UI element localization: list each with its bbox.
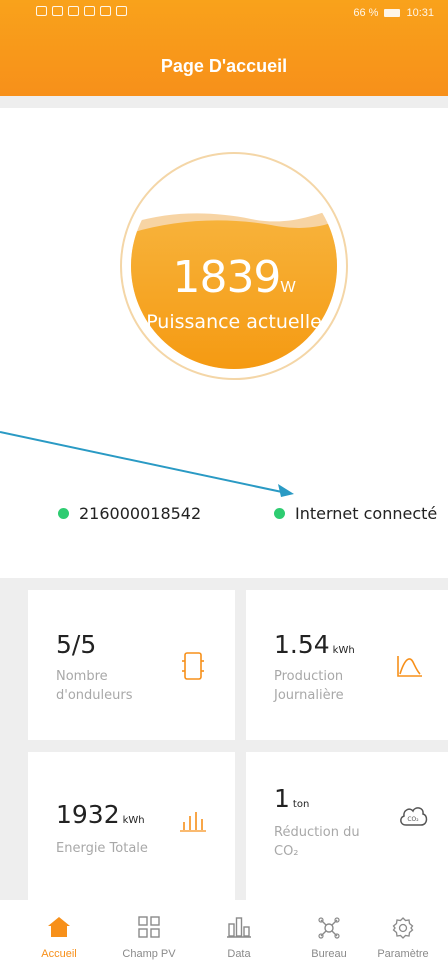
nav-champ-pv[interactable]: Champ PV [104, 900, 194, 971]
status-bar: 66 % 10:31 [0, 0, 448, 30]
online-dot [58, 508, 69, 519]
connection-status: Internet connecté [274, 504, 437, 523]
tile-value: 1.54 kWh [274, 630, 355, 659]
tile-value: 1 ton [274, 784, 310, 813]
power-value: 1839 [172, 252, 281, 303]
svg-text:CO₂: CO₂ [407, 816, 419, 823]
signal-icon [52, 6, 63, 16]
hd-icon [36, 6, 47, 16]
tile-label: Production Journalière [274, 669, 344, 703]
inverter-icon [182, 652, 204, 680]
data-icon [227, 917, 251, 938]
tile-total-energy[interactable]: 1932 kWh Energie Totale [28, 752, 235, 902]
production-curve-icon [397, 656, 422, 677]
notification-icon [116, 6, 127, 16]
power-gauge[interactable]: 1839W Puissance actuelle [120, 152, 348, 380]
nav-data[interactable]: Data [194, 900, 284, 971]
serial-status: 216000018542 [58, 504, 201, 523]
connection-label: Internet connecté [295, 504, 438, 523]
online-dot [274, 508, 285, 519]
tile-label: Réduction du CO₂ [274, 825, 360, 859]
power-overview-card: 1839W Puissance actuelle 216000018542 In… [0, 108, 448, 578]
nav-parametre[interactable]: Paramètre [358, 900, 448, 971]
battery-icon [384, 9, 401, 17]
bureau-icon [318, 917, 340, 939]
notification-icon [84, 6, 95, 16]
serial-number: 216000018542 [79, 504, 202, 523]
notification-icon [100, 6, 111, 16]
battery-percent: 66 % [353, 7, 379, 19]
grid-icon [138, 916, 160, 938]
tile-value: 5/5 [56, 630, 97, 659]
power-readout: 1839W [122, 252, 346, 303]
wifi-icon [68, 6, 79, 16]
tile-daily-production[interactable]: 1.54 kWh Production Journalière [246, 590, 448, 740]
tile-inverters[interactable]: 5/5 Nombre d'onduleurs [28, 590, 235, 740]
tile-value: 1932 kWh [56, 800, 145, 829]
nav-label: Paramètre [377, 948, 429, 960]
bottom-nav: Accueil Champ PV Data Bureau Paramètre [0, 900, 448, 971]
power-label: Puissance actuelle [146, 311, 322, 333]
nav-label: Champ PV [122, 948, 176, 960]
app-header: 66 % 10:31 Page D'accueil [0, 0, 448, 96]
status-right: 66 % 10:31 [353, 7, 434, 19]
home-icon [48, 917, 70, 937]
status-icons [36, 6, 127, 16]
nav-accueil[interactable]: Accueil [14, 900, 104, 971]
tile-label: Energie Totale [56, 841, 148, 856]
nav-label: Accueil [41, 948, 77, 960]
page-title: Page D'accueil [160, 56, 288, 76]
tile-label: Nombre d'onduleurs [56, 669, 133, 703]
co2-cloud-icon: CO₂ [400, 807, 428, 826]
power-unit: W [280, 279, 296, 296]
settings-icon [392, 917, 414, 939]
bar-chart-icon [180, 812, 206, 832]
clock: 10:31 [406, 7, 434, 19]
tile-co2-reduction[interactable]: 1 ton Réduction du CO₂ CO₂ [246, 752, 448, 902]
nav-label: Data [227, 948, 251, 960]
